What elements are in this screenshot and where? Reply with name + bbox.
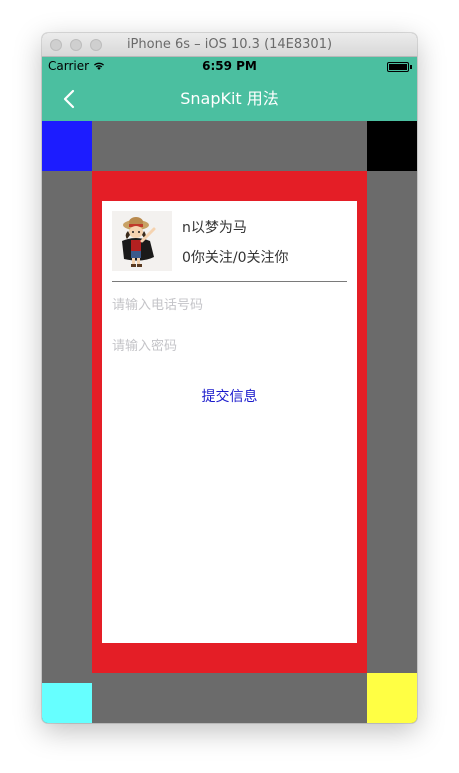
- bottom-right-yellow-box: [367, 673, 417, 723]
- password-input[interactable]: [112, 331, 347, 361]
- battery-tip: [410, 65, 412, 69]
- avatar: [112, 211, 172, 271]
- follow-stats: 0你关注/0关注你: [182, 250, 289, 266]
- top-left-blue-box: [42, 121, 92, 171]
- window-title: iPhone 6s – iOS 10.3 (14E8301): [126, 37, 333, 52]
- phone-input[interactable]: [112, 290, 347, 320]
- content-area: n以梦为马 0你关注/0关注你 提交信息: [42, 121, 417, 723]
- status-bar: Carrier 6:59 PM: [42, 57, 417, 77]
- status-time: 6:59 PM: [202, 59, 257, 73]
- nav-title: SnapKit 用法: [180, 89, 279, 108]
- navigation-bar: SnapKit 用法: [42, 77, 417, 121]
- submit-button[interactable]: 提交信息: [102, 381, 357, 411]
- battery-level: [389, 64, 407, 70]
- username: n以梦为马: [182, 220, 247, 236]
- battery-icon: [387, 62, 409, 72]
- simulator-window: iPhone 6s – iOS 10.3 (14E8301) Carrier 6…: [42, 33, 417, 723]
- profile-card: n以梦为马 0你关注/0关注你 提交信息: [102, 201, 357, 643]
- red-container: n以梦为马 0你关注/0关注你 提交信息: [92, 171, 367, 673]
- window-titlebar: iPhone 6s – iOS 10.3 (14E8301): [42, 33, 417, 57]
- pirate-character-avatar-icon: [122, 217, 156, 267]
- divider: [112, 281, 347, 282]
- bottom-left-cyan-box: [42, 683, 92, 723]
- top-right-black-box: [367, 121, 417, 171]
